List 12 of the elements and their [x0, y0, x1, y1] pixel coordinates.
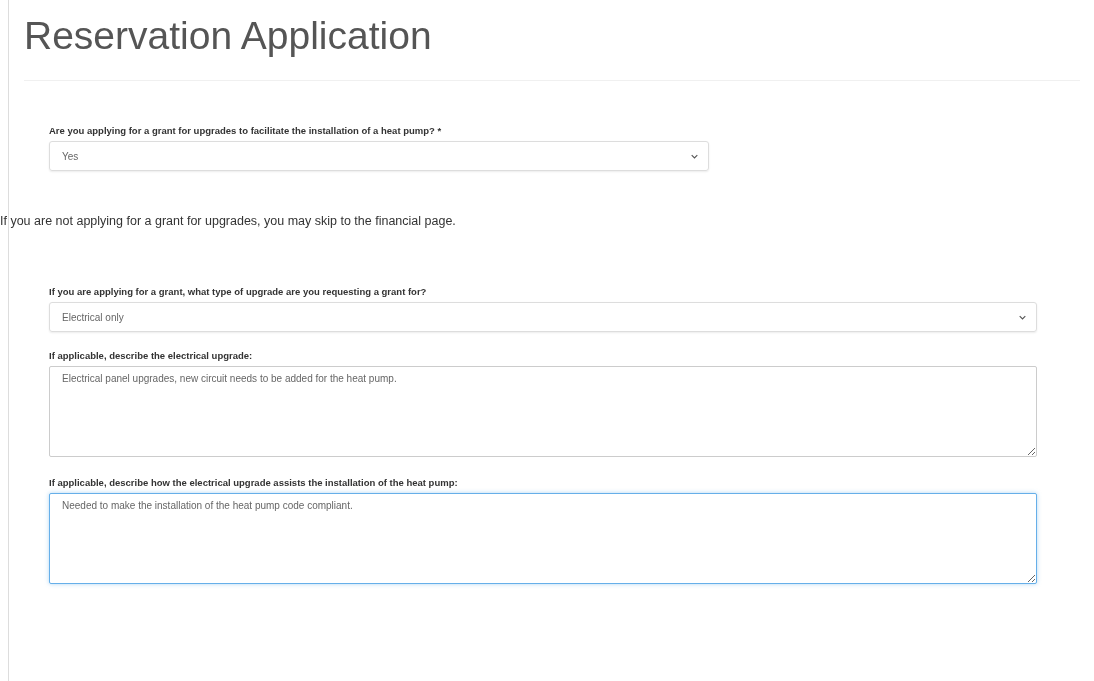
chevron-down-icon: [1019, 314, 1026, 320]
field-label: If applicable, describe how the electrical upgrade assists the installation of the heat pump:: [49, 477, 459, 488]
text-area[interactable]: Electrical panel upgrades, new circuit needs to be added for the heat pump.: [49, 366, 1037, 457]
field-label: If applicable, describe the electrical upgrade:: [49, 350, 254, 361]
chevron-down-icon: [691, 153, 698, 159]
dropdown[interactable]: Yes: [49, 141, 709, 171]
text-area[interactable]: Needed to make the installation of the heat pump code compliant.: [49, 493, 1037, 584]
field-label: Are you applying for a grant for upgrades to facilitate the installation of a heat pump? *: [49, 125, 443, 136]
page-title: Reservation Application: [24, 13, 433, 59]
field-label: If you are applying for a grant, what type of upgrade are you requesting a grant for?: [49, 286, 428, 297]
dropdown[interactable]: Electrical only: [49, 302, 1037, 332]
info-text: If you are not applying for a grant for upgrades, you may skip to the financial page.: [0, 214, 457, 228]
